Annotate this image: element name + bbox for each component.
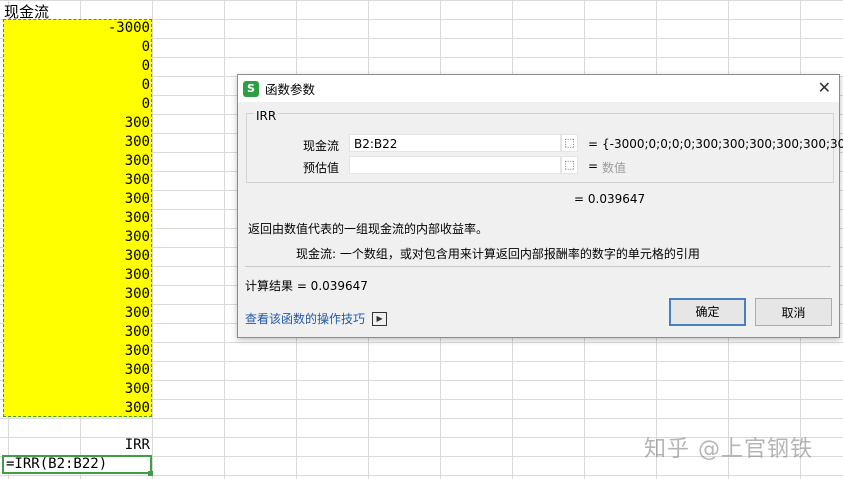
arg-label: 预估值 — [303, 161, 340, 175]
value-cell[interactable]: 300 — [3, 190, 152, 209]
value-cell[interactable]: 300 — [3, 247, 152, 266]
value-cell[interactable]: 300 — [3, 399, 152, 418]
guess-input[interactable] — [349, 156, 561, 174]
wps-app-icon: S — [243, 80, 259, 97]
cash-flow-values: -3000 0 0 0 0 300 300 300 300 300 300 300 300 300 300 3… — [3, 19, 152, 418]
dialog-title: 函数参数 — [265, 82, 316, 97]
value-cell[interactable]: 300 — [3, 209, 152, 228]
value-cell[interactable]: 300 — [3, 323, 152, 342]
value-cell[interactable]: 0 — [3, 95, 152, 114]
arg-label: 现金流 — [303, 139, 340, 153]
equals-sign: = — [588, 159, 599, 173]
calculation-result: 计算结果 = 0.039647 — [245, 279, 368, 293]
value-cell[interactable]: 300 — [3, 171, 152, 190]
video-icon[interactable]: ▶ — [372, 311, 388, 326]
dialog-titlebar[interactable]: S 函数参数 ✕ — [238, 75, 839, 102]
column-a: 现金流 -3000 0 0 0 0 300 300 300 300 300 300 300 300 300… — [0, 0, 153, 479]
equals-sign: = — [588, 137, 599, 151]
divider — [245, 266, 831, 267]
value-cell[interactable]: 300 — [3, 152, 152, 171]
cashflow-input[interactable]: B2:B22 — [349, 134, 561, 152]
group-title: IRR — [254, 109, 279, 123]
close-icon[interactable]: ✕ — [818, 78, 831, 97]
watermark: 知乎 @上官钢铁 — [644, 437, 813, 462]
range-select-icon[interactable]: ⬚ — [561, 156, 578, 174]
function-arguments-dialog: S 函数参数 ✕ IRR 现金流 B2:B22 ⬚ = {-3000;0;0;0… — [237, 74, 843, 338]
ok-button[interactable]: 确定 — [669, 298, 746, 326]
irr-label-cell[interactable]: IRR — [3, 437, 150, 453]
help-link-text[interactable]: 查看该函数的操作技巧 — [245, 310, 365, 327]
value-cell[interactable]: 0 — [3, 57, 152, 76]
value-cell[interactable]: 300 — [3, 266, 152, 285]
arg-result: 数值 — [602, 161, 627, 175]
fill-handle[interactable] — [148, 471, 153, 476]
formula-cell[interactable]: =IRR(B2:B22) — [2, 455, 152, 474]
value-cell[interactable]: 300 — [3, 361, 152, 380]
overall-result: = 0.039647 — [574, 192, 646, 206]
arg-row-guess: 预估值 ⬚ = 数值 — [246, 156, 832, 176]
value-cell[interactable]: -3000 — [3, 19, 152, 38]
value-cell[interactable]: 300 — [3, 228, 152, 247]
function-description: 返回由数值代表的一组现金流的内部收益率。 — [248, 222, 489, 236]
arg-result: {-3000;0;0;0;0;300;300;300;300;300;30... — [602, 137, 843, 151]
argument-description: 现金流: 一个数组，或对包含用来计算返回内部报酬率的数字的单元格的引用 — [296, 247, 700, 261]
value-cell[interactable]: 300 — [3, 133, 152, 152]
cancel-button[interactable]: 取消 — [755, 298, 832, 326]
arg-row-cashflow: 现金流 B2:B22 ⬚ = {-3000;0;0;0;0;300;300;30… — [246, 134, 843, 154]
value-cell[interactable]: 0 — [3, 76, 152, 95]
value-cell[interactable]: 300 — [3, 342, 152, 361]
value-cell[interactable]: 300 — [3, 285, 152, 304]
help-link[interactable]: 查看该函数的操作技巧 ▶ — [245, 310, 388, 327]
range-select-icon[interactable]: ⬚ — [561, 134, 578, 152]
value-cell[interactable]: 300 — [3, 304, 152, 323]
value-cell[interactable]: 300 — [3, 380, 152, 399]
value-cell[interactable]: 300 — [3, 114, 152, 133]
value-cell[interactable]: 0 — [3, 38, 152, 57]
